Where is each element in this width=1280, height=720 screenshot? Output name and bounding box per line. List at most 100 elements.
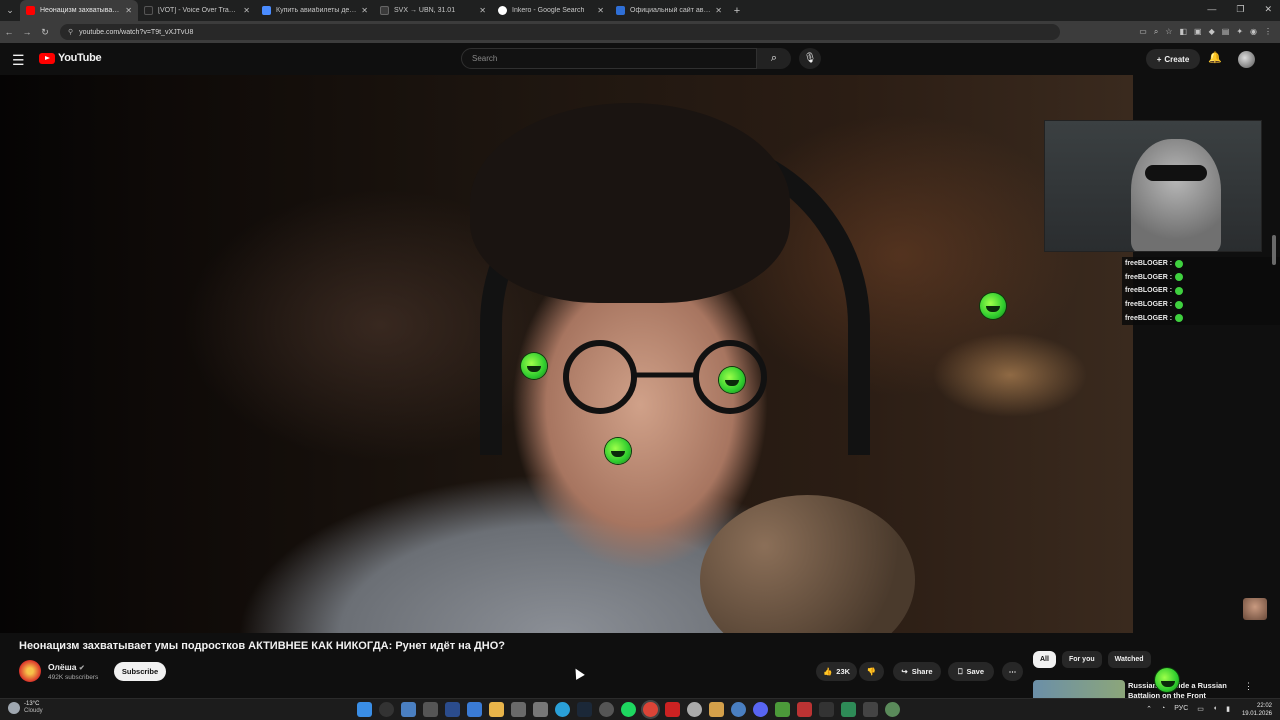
wifi-icon[interactable]: ◔	[1161, 705, 1165, 713]
new-tab-icon[interactable]: +	[728, 5, 746, 17]
tab-search-icon[interactable]: ⌄	[0, 0, 20, 21]
input-language[interactable]: РУС	[1174, 705, 1188, 713]
extension-icon[interactable]: ▤	[1222, 27, 1230, 37]
browser-tab-4[interactable]: Inkero - Google Search ✕	[492, 0, 610, 21]
video-player[interactable]	[0, 75, 1133, 633]
close-tab-icon[interactable]: ✕	[125, 6, 132, 15]
extension-icon[interactable]: ◧	[1179, 27, 1187, 37]
telegram-icon[interactable]	[555, 702, 570, 717]
minimize-icon[interactable]: —	[1207, 4, 1216, 15]
chat-user: freeBLOGER :	[1125, 287, 1173, 295]
create-button[interactable]: + Create	[1146, 49, 1200, 69]
task-view-icon[interactable]	[401, 702, 416, 717]
share-button[interactable]: ↪ Share	[893, 662, 941, 681]
store-icon[interactable]	[511, 702, 526, 717]
weather-widget[interactable]: -13°C Cloudy	[8, 701, 43, 715]
recommendation-thumbnail[interactable]	[1033, 680, 1125, 698]
browser-tab-0[interactable]: Неонацизм захватывает у... ✕	[20, 0, 138, 21]
chip-all[interactable]: All	[1033, 651, 1056, 668]
thumbs-up-icon: 👍	[822, 667, 833, 676]
copilot-icon[interactable]	[423, 702, 438, 717]
address-bar[interactable]: ⚲ youtube.com/watch?v=T9t_vXJTvU8	[60, 24, 1060, 40]
mail-icon[interactable]	[467, 702, 482, 717]
subscribe-button[interactable]: Subscribe	[114, 662, 166, 681]
puzzle-icon[interactable]: ✦	[1236, 27, 1243, 37]
extension-icon[interactable]: ▣	[1194, 27, 1202, 37]
recommendation-menu-icon[interactable]: ⋮	[1244, 681, 1253, 692]
bookmark-star-icon[interactable]: ☆	[1165, 27, 1172, 37]
browser-tab-5[interactable]: Официальный сайт авиакомп... ✕	[610, 0, 728, 21]
network-icon[interactable]: ▭	[1197, 705, 1204, 713]
chip-watched[interactable]: Watched	[1107, 651, 1151, 668]
back-icon[interactable]: ←	[0, 27, 18, 37]
app-icon[interactable]	[885, 702, 900, 717]
youtube-logo[interactable]: YouTube	[39, 52, 102, 64]
reload-icon[interactable]: ↻	[36, 27, 54, 38]
app-icon[interactable]	[731, 702, 746, 717]
battery-icon[interactable]: ▮	[1226, 705, 1230, 713]
app-icon[interactable]	[841, 702, 856, 717]
recommendation-title[interactable]: Russian ... Inside a Russian Battalion o…	[1128, 681, 1238, 698]
discord-icon[interactable]	[753, 702, 768, 717]
chatgpt-icon[interactable]	[599, 702, 614, 717]
app-icon[interactable]	[665, 702, 680, 717]
close-tab-icon[interactable]: ✕	[479, 6, 486, 15]
spotify-icon[interactable]	[621, 702, 636, 717]
hamburger-menu-icon[interactable]: ☰	[12, 52, 25, 69]
browser-tab-1[interactable]: [VOT] - Voice Over Translation ✕	[138, 0, 256, 21]
page-scrollbar[interactable]	[1272, 75, 1276, 275]
browser-tab-2[interactable]: Купить авиабилеты дешево о... ✕	[256, 0, 374, 21]
forward-icon[interactable]: →	[18, 27, 36, 37]
terminal-icon[interactable]	[445, 702, 460, 717]
dislike-button[interactable]: 👎	[859, 662, 884, 681]
chat-line: freeBLOGER :	[1122, 298, 1280, 312]
close-window-icon[interactable]: ✕	[1264, 4, 1272, 15]
channel-name[interactable]: Олёша ✔	[48, 662, 85, 672]
close-tab-icon[interactable]: ✕	[715, 6, 722, 15]
calendar-icon[interactable]	[533, 702, 548, 717]
youtube-play-icon	[39, 52, 55, 64]
more-actions-button[interactable]: ⋯	[1002, 662, 1023, 681]
google-favicon-icon	[498, 6, 507, 15]
cast-icon[interactable]: ▭	[1139, 27, 1147, 37]
verified-icon: ✔	[78, 665, 85, 672]
save-button[interactable]: ⎕ Save	[948, 662, 994, 681]
voice-search-button[interactable]: 🎙	[799, 48, 821, 69]
site-info-icon[interactable]: ⚲	[68, 28, 73, 36]
app-icon[interactable]	[797, 702, 812, 717]
volume-icon[interactable]: ◖	[1213, 705, 1217, 713]
search-input[interactable]: Search	[461, 48, 757, 69]
notifications-bell-icon[interactable]: 🔔	[1208, 51, 1222, 64]
file-explorer-icon[interactable]	[489, 702, 504, 717]
close-tab-icon[interactable]: ✕	[361, 6, 368, 15]
zoom-icon[interactable]: ⌕	[1154, 27, 1158, 37]
minecraft-icon[interactable]	[775, 702, 790, 717]
channel-avatar[interactable]	[19, 660, 41, 682]
browser-menu-icon[interactable]: ⋮	[1264, 27, 1272, 37]
url-text: youtube.com/watch?v=T9t_vXJTvU8	[79, 28, 194, 36]
system-clock[interactable]: 22:02 19.01.2026	[1242, 702, 1272, 718]
search-icon[interactable]	[379, 702, 394, 717]
app-icon[interactable]	[687, 702, 702, 717]
emote-icon	[1175, 286, 1184, 295]
close-tab-icon[interactable]: ✕	[243, 6, 250, 15]
youtube-favicon-icon	[26, 6, 35, 15]
app-icon[interactable]	[819, 702, 834, 717]
browser-tab-3[interactable]: SVX → UBN, 31.01 ✕	[374, 0, 492, 21]
steam-icon[interactable]	[577, 702, 592, 717]
chevron-up-icon[interactable]: ⌃	[1146, 705, 1152, 713]
profile-icon[interactable]: ◉	[1250, 27, 1257, 37]
chip-for-you[interactable]: For you	[1061, 651, 1102, 668]
extension-icon[interactable]: ◆	[1209, 27, 1215, 37]
chrome-icon[interactable]	[643, 702, 658, 717]
windows-start-icon[interactable]	[357, 702, 372, 717]
pip-thumbnail[interactable]	[1243, 598, 1267, 620]
app-icon[interactable]	[863, 702, 878, 717]
like-button[interactable]: 👍 23K	[816, 662, 857, 681]
scrollbar-thumb[interactable]	[1272, 235, 1276, 265]
close-tab-icon[interactable]: ✕	[597, 6, 604, 15]
search-button[interactable]: ⌕	[757, 48, 791, 69]
app-icon[interactable]	[709, 702, 724, 717]
account-avatar[interactable]	[1238, 51, 1255, 68]
maximize-icon[interactable]: ❐	[1236, 4, 1244, 15]
